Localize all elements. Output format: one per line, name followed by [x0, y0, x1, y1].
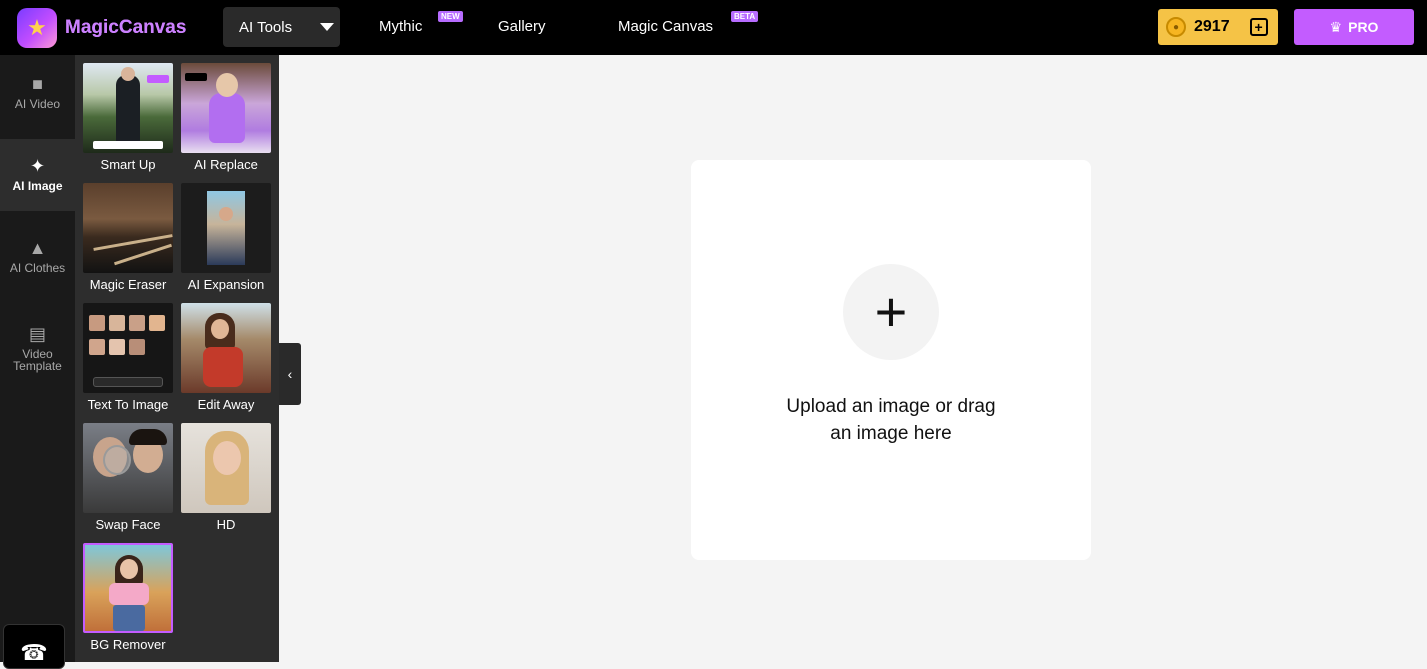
- upload-text-line1: Upload an image or drag: [786, 396, 996, 417]
- template-cards-icon: ▤: [28, 324, 46, 344]
- tool-text-to-image[interactable]: Text To Image: [82, 303, 174, 412]
- dress-icon: ▲: [28, 238, 47, 258]
- tool-smart-up[interactable]: Smart Up: [82, 63, 174, 172]
- tool-swap-face[interactable]: Swap Face: [82, 423, 174, 532]
- edit-away-thumbnail: [181, 303, 271, 393]
- text-to-image-thumbnail: [83, 303, 173, 393]
- tool-magic-eraser[interactable]: Magic Eraser: [82, 183, 174, 292]
- smart-up-thumbnail: [83, 63, 173, 153]
- tool-label: BG Remover: [90, 637, 166, 652]
- collapse-panel-button[interactable]: ‹: [279, 343, 301, 405]
- upload-text-line2: an image here: [830, 423, 952, 444]
- upload-instructions: Upload an image or drag an image here: [741, 393, 1041, 447]
- tool-ai-expansion[interactable]: AI Expansion: [180, 183, 272, 292]
- tool-bg-remover[interactable]: BG Remover: [82, 543, 174, 652]
- beta-badge: BETA: [731, 11, 759, 22]
- chevron-down-icon: [320, 23, 335, 31]
- ai-expansion-thumbnail: [181, 183, 271, 273]
- tool-label: Edit Away: [197, 397, 255, 412]
- rail-item-ai-image[interactable]: ✦ AI Image: [0, 139, 75, 211]
- tools-panel: Smart Up AI Replace Magic Eraser AI Expa…: [75, 55, 279, 662]
- tool-label: AI Replace: [194, 157, 258, 172]
- nav-magic-canvas[interactable]: Magic Canvas: [618, 18, 713, 35]
- coin-count: 2917: [1194, 18, 1230, 35]
- customer-support-icon[interactable]: ☎: [3, 624, 65, 669]
- tool-label: AI Expansion: [187, 277, 265, 292]
- nav-mythic[interactable]: Mythic: [379, 18, 422, 35]
- rail-item-label: AI Image: [12, 179, 63, 193]
- rail-item-label: AI Clothes: [9, 261, 66, 275]
- tool-label: HD: [216, 517, 236, 532]
- tool-edit-away[interactable]: Edit Away: [180, 303, 272, 412]
- rail-item-label: Video Template: [13, 347, 62, 373]
- rail-item-label: AI Video: [14, 97, 61, 111]
- bg-remover-thumbnail: [83, 543, 173, 633]
- brand-logo[interactable]: ★ MagicCanvas: [17, 8, 186, 48]
- coin-balance[interactable]: ● 2917 +: [1158, 9, 1278, 45]
- add-coins-icon[interactable]: +: [1249, 18, 1268, 36]
- tool-label: Swap Face: [95, 517, 161, 532]
- tool-hd[interactable]: HD: [180, 423, 272, 532]
- sparkle-icon: ✦: [29, 156, 46, 176]
- rail-item-ai-video[interactable]: ■ AI Video: [0, 55, 75, 139]
- pro-button[interactable]: ♛ PRO: [1294, 9, 1414, 45]
- tool-ai-replace[interactable]: AI Replace: [180, 63, 272, 172]
- plus-icon: +: [874, 280, 908, 343]
- tool-label: Text To Image: [87, 397, 169, 412]
- tool-label: Magic Eraser: [89, 277, 167, 292]
- video-camera-icon: ■: [32, 74, 43, 94]
- category-rail: ■ AI Video ✦ AI Image ▲ AI Clothes ▤ Vid…: [0, 55, 75, 669]
- pro-label: PRO: [1348, 19, 1379, 35]
- rail-item-video-template[interactable]: ▤ Video Template: [0, 310, 75, 382]
- ai-replace-thumbnail: [181, 63, 271, 153]
- new-badge: NEW: [438, 11, 463, 22]
- chevron-left-icon: ‹: [287, 366, 293, 382]
- ai-tools-dropdown[interactable]: AI Tools: [223, 7, 340, 47]
- upload-dropzone[interactable]: + Upload an image or drag an image here: [691, 160, 1091, 560]
- magic-wand-icon: ★: [17, 8, 57, 48]
- crown-icon: ♛: [1329, 18, 1343, 35]
- nav-gallery[interactable]: Gallery: [498, 18, 546, 35]
- coin-icon: ●: [1166, 17, 1186, 37]
- tool-label: Smart Up: [100, 157, 156, 172]
- magic-eraser-thumbnail: [83, 183, 173, 273]
- hd-thumbnail: [181, 423, 271, 513]
- brand-name: MagicCanvas: [65, 17, 187, 38]
- top-bar: ★ MagicCanvas AI Tools Mythic NEW Galler…: [0, 0, 1427, 55]
- upload-plus-button[interactable]: +: [843, 264, 939, 360]
- swap-face-thumbnail: [83, 423, 173, 513]
- rail-item-ai-clothes[interactable]: ▲ AI Clothes: [0, 225, 75, 297]
- ai-tools-label: AI Tools: [239, 18, 293, 36]
